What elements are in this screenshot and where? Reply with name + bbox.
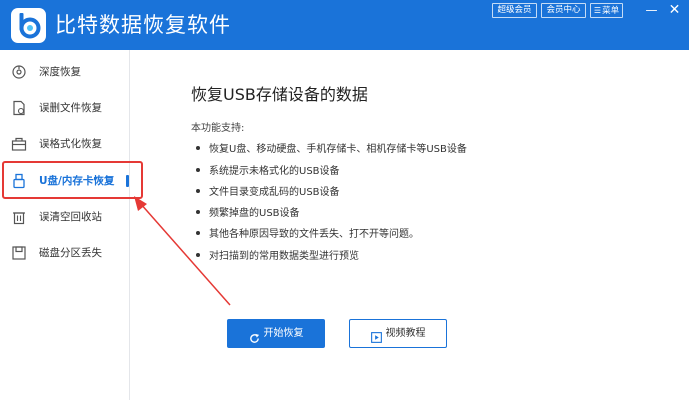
feature-item: 频繁掉盘的USB设备: [196, 207, 300, 221]
sidebar-item-recycle-bin[interactable]: 误清空回收站: [0, 199, 130, 235]
page-title: 恢复USB存储设备的数据: [191, 85, 368, 104]
sidebar-item-partition-lost[interactable]: 磁盘分区丢失: [0, 235, 130, 271]
close-icon[interactable]: ✕: [666, 2, 683, 19]
disk-partition-icon: [11, 245, 27, 261]
app-title: 比特数据恢复软件: [55, 13, 231, 37]
title-bar: 比特数据恢复软件 超级会员 会员中心 ☰菜单 — ✕: [0, 0, 689, 50]
sidebar-item-deep-recovery[interactable]: 深度恢复: [0, 54, 130, 90]
app-logo-icon: [11, 8, 46, 43]
highlight-box: [2, 161, 143, 199]
bullet-icon: [196, 253, 200, 257]
deleted-file-icon: [11, 100, 27, 116]
bullet-icon: [196, 189, 200, 193]
start-recovery-button[interactable]: 开始恢复: [227, 319, 325, 348]
bullet-icon: [196, 210, 200, 214]
member-center-button[interactable]: 会员中心: [541, 3, 586, 18]
recycle-bin-icon: [11, 209, 27, 225]
feature-intro: 本功能支持:: [191, 123, 245, 134]
feature-item: 系统提示未格式化的USB设备: [196, 165, 340, 179]
sidebar: 深度恢复 误删文件恢复 误格式化恢复 U盘/内存卡恢复 误清空回收站 磁盘分区丢…: [0, 50, 130, 400]
feature-item: 其他各种原因导致的文件丢失、打不开等问题。: [196, 228, 419, 242]
sidebar-item-deleted-files[interactable]: 误删文件恢复: [0, 90, 130, 126]
sidebar-item-format-recovery[interactable]: 误格式化恢复: [0, 126, 130, 162]
deep-scan-icon: [11, 64, 27, 80]
super-member-button[interactable]: 超级会员: [492, 3, 537, 18]
menu-button[interactable]: ☰菜单: [590, 3, 623, 18]
feature-item: 对扫描到的常用数据类型进行预览: [196, 250, 359, 264]
hamburger-icon: ☰: [593, 6, 602, 15]
feature-item: 文件目录变成乱码的USB设备: [196, 186, 340, 200]
bullet-icon: [196, 231, 200, 235]
video-tutorial-button[interactable]: 视频教程: [349, 319, 447, 348]
bullet-icon: [196, 146, 200, 150]
minimize-icon[interactable]: —: [643, 2, 660, 19]
bullet-icon: [196, 168, 200, 172]
refresh-icon: [249, 327, 260, 343]
play-icon: [370, 327, 382, 343]
format-icon: [11, 136, 27, 152]
feature-item: 恢复U盘、移动硬盘、手机存储卡、相机存储卡等USB设备: [196, 143, 467, 157]
